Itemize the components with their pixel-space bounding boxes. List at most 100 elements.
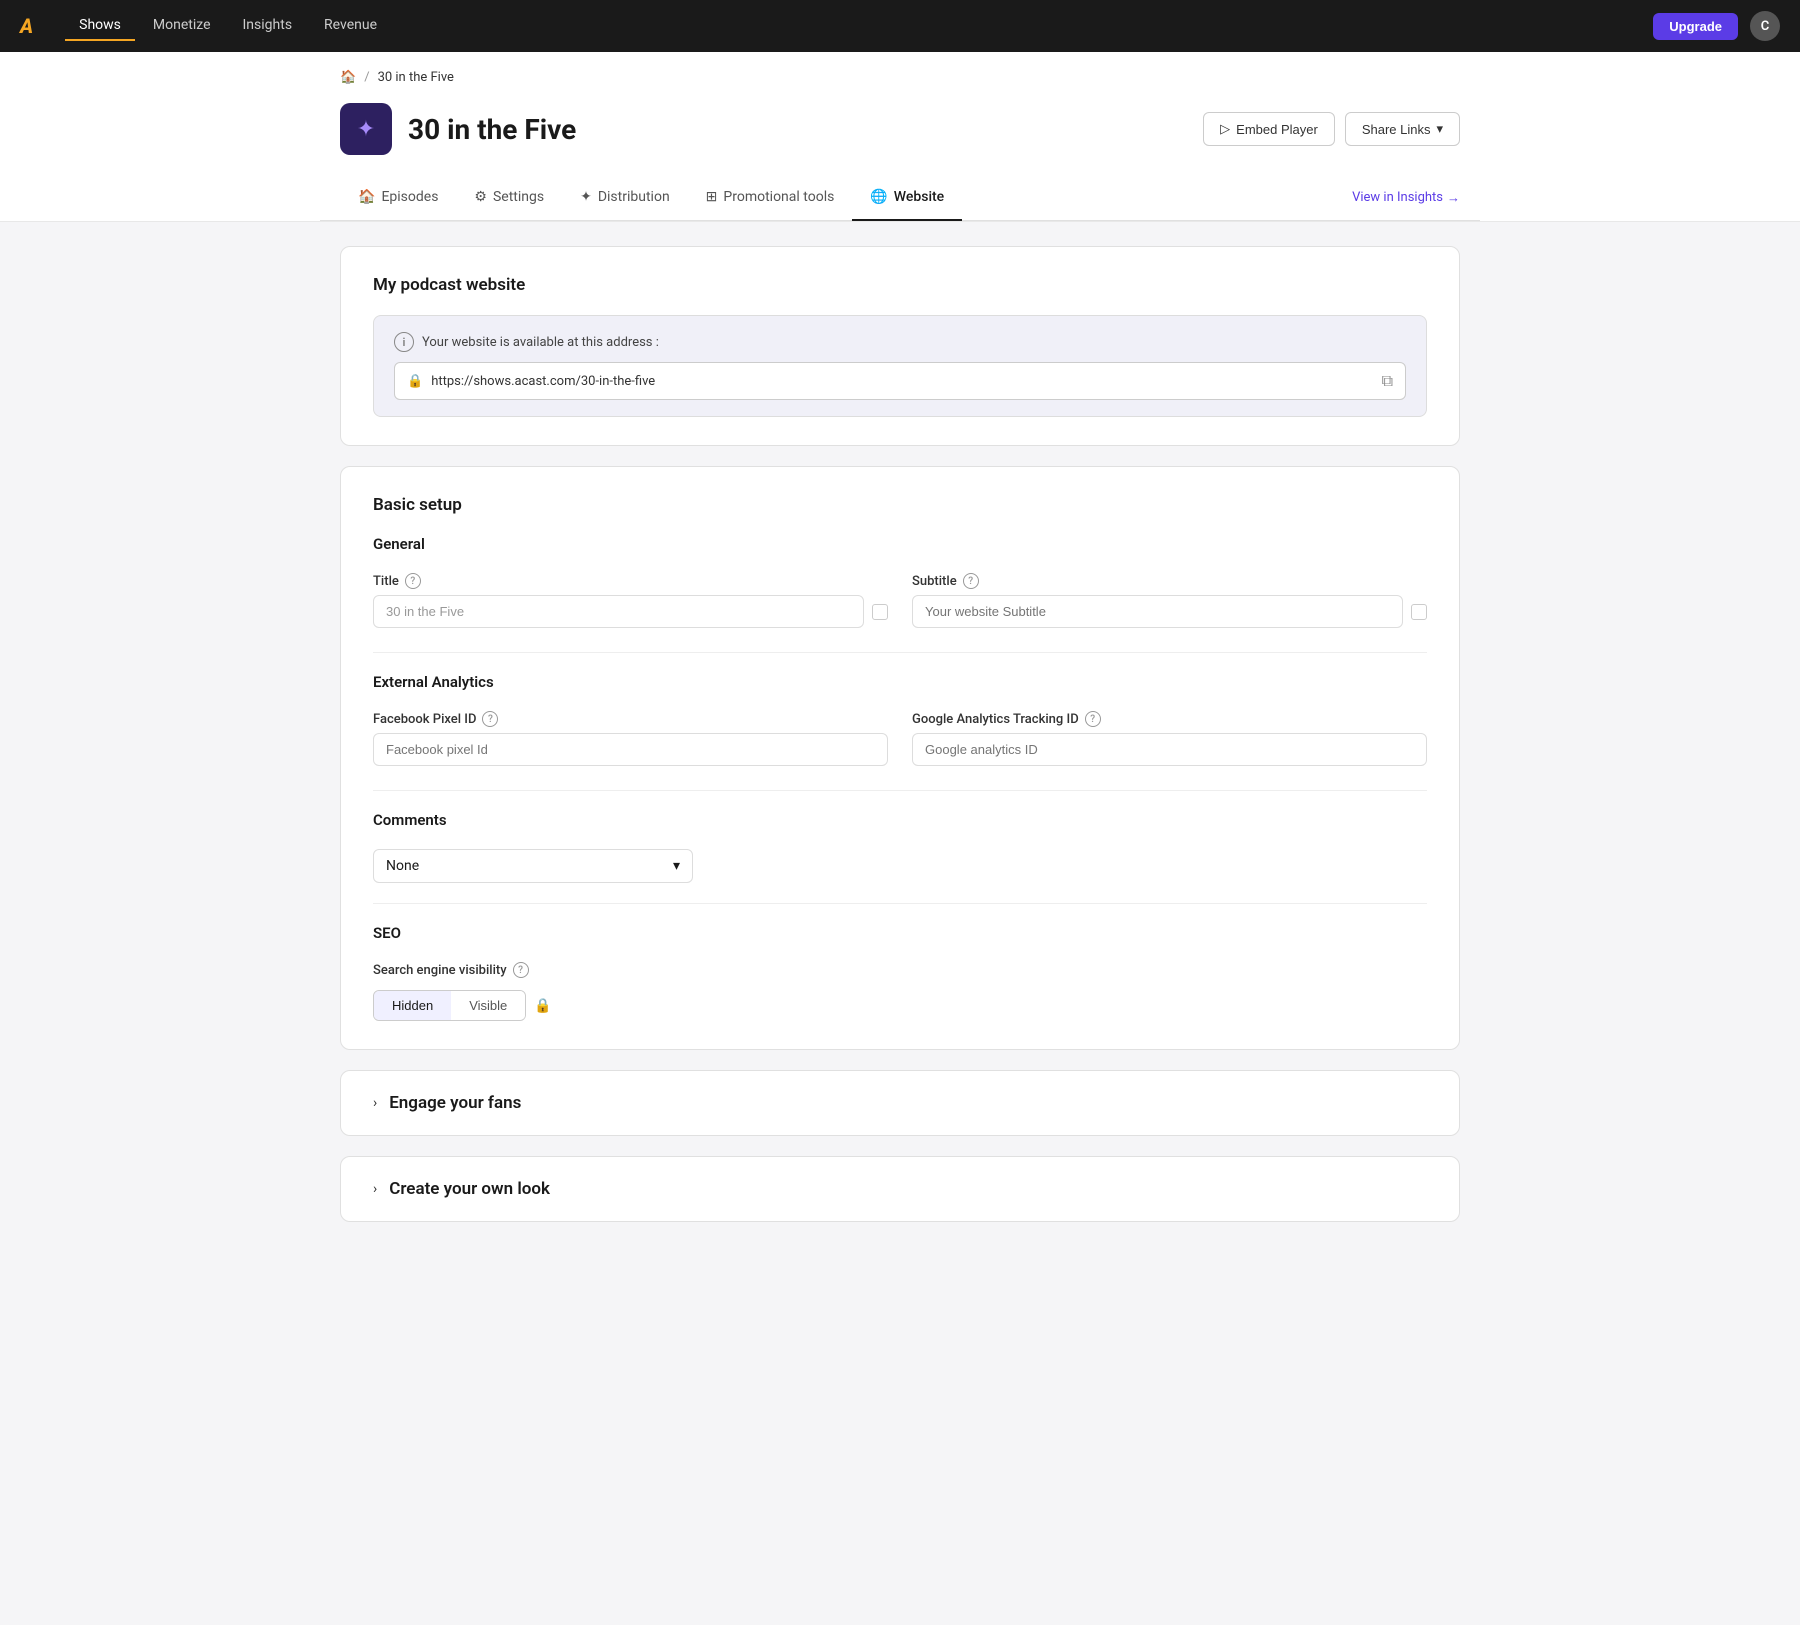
show-title-area: ✦ 30 in the Five: [340, 103, 576, 155]
nav-links: Shows Monetize Insights Revenue: [65, 11, 391, 41]
divider-2: [373, 790, 1427, 791]
title-label: Title ?: [373, 573, 888, 589]
breadcrumb-home-icon[interactable]: 🏠: [340, 70, 356, 85]
comments-dropdown[interactable]: None ▾: [373, 849, 693, 883]
embed-player-icon: ▷: [1220, 121, 1230, 137]
podcast-website-title: My podcast website: [373, 275, 1427, 295]
title-input[interactable]: [373, 595, 864, 628]
seo-toggle-group: Hidden Visible: [373, 990, 526, 1021]
subtitle-input[interactable]: [912, 595, 1403, 628]
create-look-card[interactable]: › Create your own look: [340, 1156, 1460, 1222]
tab-distribution-label: Distribution: [598, 189, 670, 205]
show-header: ✦ 30 in the Five ▷ Embed Player Share Li…: [340, 95, 1460, 175]
seo-toggle-area: Hidden Visible 🔒: [373, 990, 1427, 1021]
seo-visibility-group: Search engine visibility ? Hidden Visibl…: [373, 962, 1427, 1021]
ga-help-icon[interactable]: ?: [1085, 711, 1101, 727]
comments-value: None: [386, 858, 419, 874]
show-header-actions: ▷ Embed Player Share Links ▾: [1203, 112, 1460, 146]
fb-pixel-input[interactable]: [373, 733, 888, 766]
fb-pixel-label: Facebook Pixel ID ?: [373, 711, 888, 727]
embed-player-button[interactable]: ▷ Embed Player: [1203, 112, 1335, 146]
tab-episodes[interactable]: 🏠 Episodes: [340, 175, 456, 221]
engage-fans-card[interactable]: › Engage your fans: [340, 1070, 1460, 1136]
share-links-chevron: ▾: [1436, 121, 1443, 137]
ga-input[interactable]: [912, 733, 1427, 766]
upgrade-button[interactable]: Upgrade: [1653, 13, 1738, 40]
nav-shows[interactable]: Shows: [65, 11, 135, 41]
nav-monetize[interactable]: Monetize: [139, 11, 225, 41]
seo-lock-icon: 🔒: [534, 998, 551, 1014]
analytics-label: External Analytics: [373, 673, 1427, 691]
ga-tracking-group: Google Analytics Tracking ID ?: [912, 711, 1427, 766]
engage-arrow-icon: ›: [373, 1095, 377, 1111]
app-logo[interactable]: A: [20, 14, 33, 38]
tab-website[interactable]: 🌐 Website: [852, 175, 962, 221]
episodes-icon: 🏠: [358, 189, 375, 205]
create-look-title: Create your own look: [389, 1179, 550, 1199]
seo-section: SEO Search engine visibility ? Hidden Vi…: [373, 924, 1427, 1021]
lock-icon: 🔒: [407, 374, 423, 389]
title-input-row: [373, 595, 888, 628]
info-icon: i: [394, 332, 414, 352]
fb-pixel-help-icon[interactable]: ?: [482, 711, 498, 727]
tab-promotional-label: Promotional tools: [723, 189, 834, 205]
title-subtitle-row: Title ? Subtitle ?: [373, 573, 1427, 628]
nav-insights[interactable]: Insights: [229, 11, 307, 41]
nav-revenue[interactable]: Revenue: [310, 11, 391, 41]
view-in-insights-link[interactable]: View in Insights →: [1352, 190, 1460, 206]
main-content: My podcast website i Your website is ava…: [340, 222, 1460, 1246]
breadcrumb-separator: /: [364, 70, 369, 85]
website-url-header: i Your website is available at this addr…: [394, 332, 1406, 352]
breadcrumb-show-name: 30 in the Five: [378, 70, 454, 85]
seo-visible-button[interactable]: Visible: [451, 991, 525, 1020]
basic-setup-card: Basic setup General Title ?: [340, 466, 1460, 1050]
website-url-label: Your website is available at this addres…: [422, 335, 659, 350]
divider-3: [373, 903, 1427, 904]
url-row: 🔒 https://shows.acast.com/30-in-the-five…: [394, 362, 1406, 400]
title-field-group: Title ?: [373, 573, 888, 628]
sub-navigation: 🏠 Episodes ⚙ Settings ✦ Distribution ⊞ P…: [320, 175, 1480, 221]
embed-player-label: Embed Player: [1236, 122, 1318, 137]
comments-label: Comments: [373, 811, 1427, 829]
view-insights-arrow: →: [1447, 190, 1460, 206]
comments-section: Comments None ▾: [373, 811, 1427, 883]
tab-promotional-tools[interactable]: ⊞ Promotional tools: [688, 175, 853, 221]
subtitle-checkbox[interactable]: [1411, 604, 1427, 620]
divider-1: [373, 652, 1427, 653]
subtitle-field-group: Subtitle ?: [912, 573, 1427, 628]
show-title: 30 in the Five: [408, 113, 576, 146]
comments-select-wrapper: None ▾: [373, 849, 693, 883]
subtitle-input-row: [912, 595, 1427, 628]
tab-episodes-label: Episodes: [381, 189, 438, 205]
subtitle-help-icon[interactable]: ?: [963, 573, 979, 589]
show-icon: ✦: [340, 103, 392, 155]
tab-website-label: Website: [894, 189, 944, 205]
seo-visibility-label: Search engine visibility ?: [373, 962, 1427, 978]
general-section: General Title ?: [373, 535, 1427, 628]
nav-right: Upgrade C: [1653, 11, 1780, 41]
subnav-tabs: 🏠 Episodes ⚙ Settings ✦ Distribution ⊞ P…: [340, 175, 962, 220]
comments-chevron-icon: ▾: [673, 858, 680, 874]
basic-setup-title: Basic setup: [373, 495, 1427, 515]
seo-label: SEO: [373, 924, 1427, 942]
title-checkbox[interactable]: [872, 604, 888, 620]
view-insights-label: View in Insights: [1352, 190, 1443, 205]
tab-distribution[interactable]: ✦ Distribution: [562, 175, 688, 221]
website-icon: 🌐: [870, 189, 887, 205]
share-links-label: Share Links: [1362, 122, 1431, 137]
podcast-website-card: My podcast website i Your website is ava…: [340, 246, 1460, 446]
copy-icon[interactable]: ⧉: [1382, 371, 1393, 391]
seo-help-icon[interactable]: ?: [513, 962, 529, 978]
title-help-icon[interactable]: ?: [405, 573, 421, 589]
distribution-icon: ✦: [580, 189, 592, 205]
create-look-arrow-icon: ›: [373, 1181, 377, 1197]
settings-icon: ⚙: [474, 189, 487, 205]
tab-settings[interactable]: ⚙ Settings: [456, 175, 562, 221]
ga-label: Google Analytics Tracking ID ?: [912, 711, 1427, 727]
tab-settings-label: Settings: [493, 189, 544, 205]
avatar[interactable]: C: [1750, 11, 1780, 41]
promotional-icon: ⊞: [706, 189, 718, 205]
engage-fans-title: Engage your fans: [389, 1093, 521, 1113]
seo-hidden-button[interactable]: Hidden: [374, 991, 451, 1020]
share-links-button[interactable]: Share Links ▾: [1345, 112, 1460, 146]
